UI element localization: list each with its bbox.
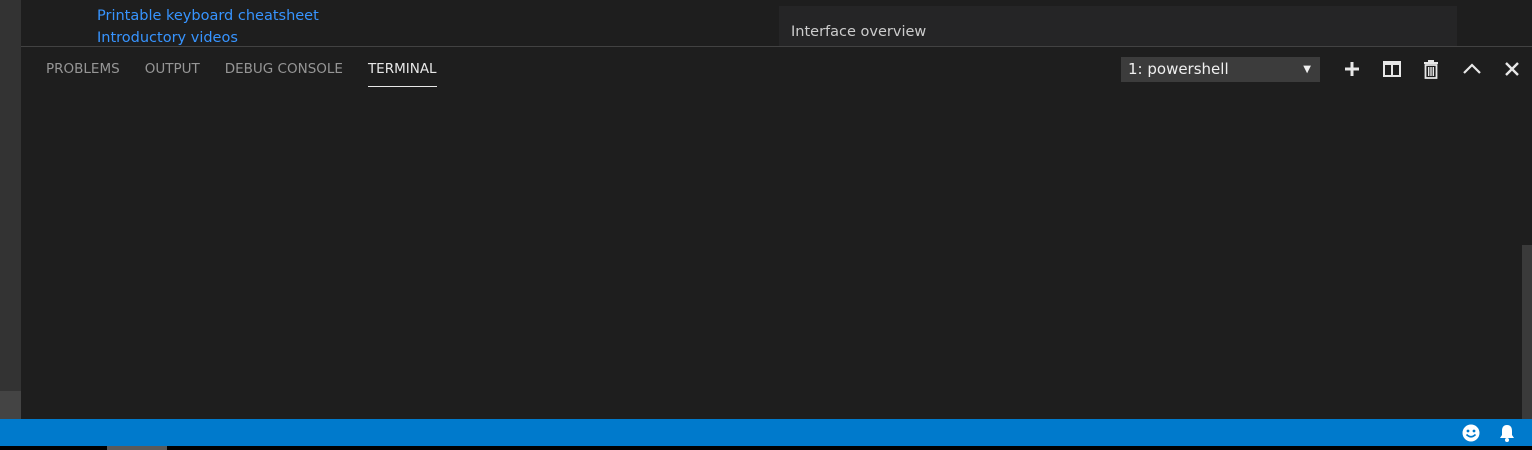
chevron-down-icon: ▼ [1303, 64, 1311, 75]
chevron-up-icon [1463, 63, 1481, 74]
terminal-select[interactable]: 1: powershell ▼ [1121, 57, 1320, 82]
tab-problems[interactable]: PROBLEMS [46, 47, 120, 91]
tab-output[interactable]: OUTPUT [145, 47, 200, 91]
activity-bar-item[interactable] [0, 391, 21, 419]
activity-bar [0, 0, 21, 419]
new-terminal-button[interactable] [1341, 58, 1363, 80]
horizontal-scroll-thumb[interactable] [107, 446, 167, 450]
terminal-scrollbar[interactable] [1522, 245, 1532, 420]
editor-area: Printable keyboard cheatsheet Introducto… [21, 0, 1532, 46]
status-bar [0, 419, 1532, 446]
close-panel-button[interactable] [1501, 58, 1523, 80]
kill-terminal-button[interactable] [1420, 58, 1442, 80]
tab-terminal[interactable]: TERMINAL [367, 47, 437, 91]
panel-tabs: PROBLEMS OUTPUT DEBUG CONSOLE TERMINAL [46, 47, 462, 91]
window-bottom-edge [0, 446, 1532, 450]
introductory-videos-link[interactable]: Introductory videos [97, 30, 238, 46]
close-icon [1505, 62, 1519, 76]
split-icon [1383, 61, 1401, 77]
bell-notifications-icon[interactable] [1497, 423, 1517, 443]
interface-overview-label: Interface overview [791, 24, 927, 40]
terminal-select-value: 1: powershell [1128, 60, 1229, 78]
vscode-window: Printable keyboard cheatsheet Introducto… [0, 0, 1532, 450]
split-terminal-button[interactable] [1381, 58, 1403, 80]
tab-debug-console[interactable]: DEBUG CONSOLE [225, 47, 343, 91]
maximize-panel-button[interactable] [1461, 58, 1483, 80]
trash-icon [1424, 60, 1438, 79]
keyboard-cheatsheet-link[interactable]: Printable keyboard cheatsheet [97, 8, 319, 24]
bottom-panel: PROBLEMS OUTPUT DEBUG CONSOLE TERMINAL 1… [21, 46, 1532, 420]
interface-overview-card[interactable]: Interface overview [779, 6, 1457, 46]
smiley-feedback-icon[interactable] [1461, 423, 1481, 443]
plus-icon [1345, 62, 1359, 76]
